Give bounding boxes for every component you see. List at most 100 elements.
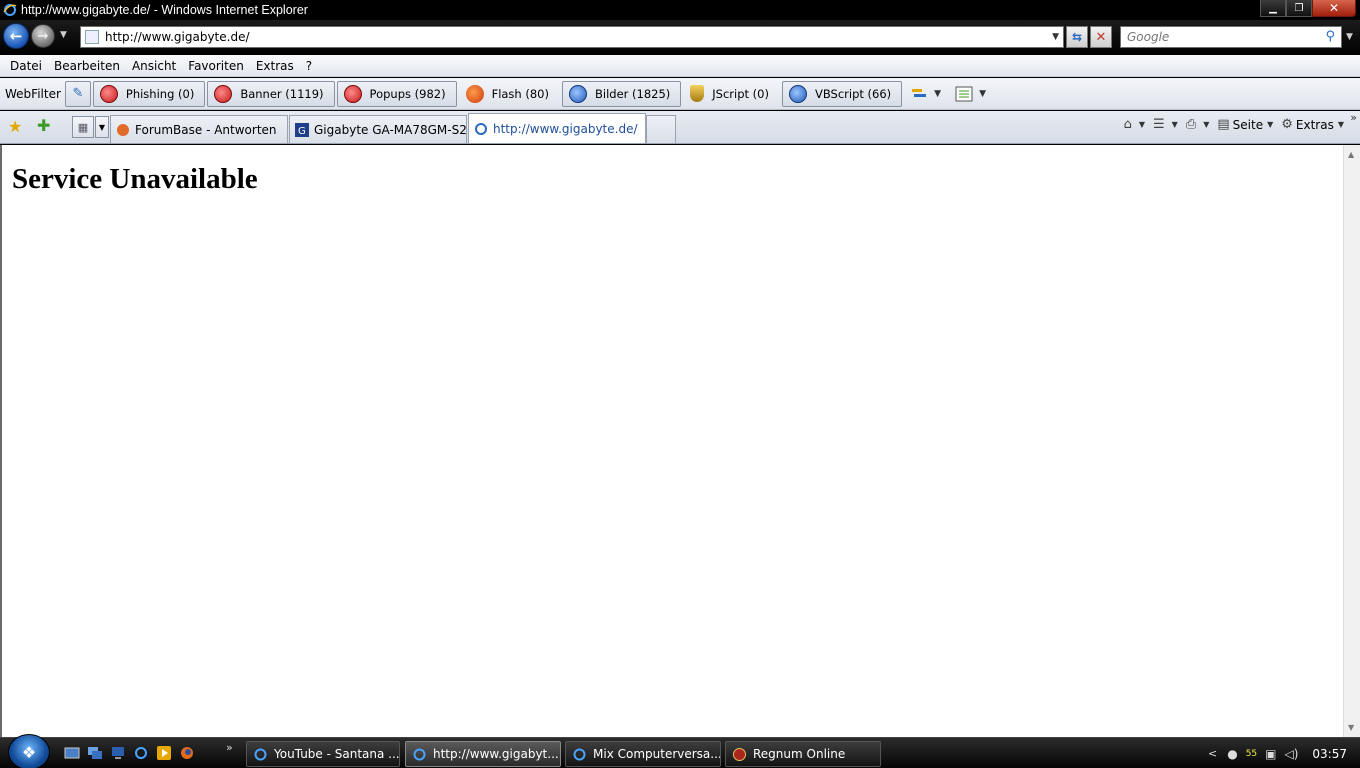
page-icon: ▤ [1217,117,1230,132]
stop-button[interactable]: ✕ [1090,26,1112,48]
rss-icon: ☰ [1153,117,1165,132]
refresh-button[interactable]: ⇆ [1066,26,1088,48]
menu-ansicht[interactable]: Ansicht [126,59,182,73]
command-bar: ⌂ ▼ ☰ ▼ ⎙ ▼ ▤ Seite ▼ ⚙ Extras ▼ [1116,117,1344,132]
start-button[interactable]: ❖ [8,734,50,768]
taskbar-item-regnum[interactable]: Regnum Online [725,741,881,767]
vertical-scrollbar[interactable]: ▲ ▼ [1343,145,1360,737]
menu-help[interactable]: ? [300,59,318,73]
taskbar-item-gigabyte[interactable]: http://www.gigabyt... [405,741,561,767]
webfilter-settings-button[interactable]: ✎ [64,80,91,107]
forward-button[interactable]: → [31,24,55,48]
checklist-icon[interactable] [955,86,973,102]
ie-page-icon [475,122,487,135]
printer-icon: ⎙ [1185,117,1197,132]
tools-dropdown-icon[interactable]: ▼ [934,89,941,99]
chevron-down-icon[interactable]: ▼ [1139,120,1145,129]
ie-task-icon [573,748,586,760]
feeds-button[interactable]: ☰ ▼ [1153,117,1178,132]
scroll-up-icon[interactable]: ▲ [1348,150,1354,159]
menu-bearbeiten[interactable]: Bearbeiten [48,59,126,73]
address-dropdown-icon[interactable]: ▼ [1052,32,1059,42]
tab-gigabyte-board[interactable]: G Gigabyte GA-MA78GM-S2... [289,115,467,143]
gear-icon: ⚙ [1281,117,1293,132]
wand-icon: ✎ [72,86,84,101]
filter-phishing-button[interactable]: Phishing (0) [92,80,206,107]
history-dropdown-button[interactable]: ▼ [60,30,67,40]
taskbar: ❖ » YouTube - Santana ... http://www.gig… [0,734,1360,768]
taskbar-item-mix[interactable]: Mix Computerversa... [565,741,721,767]
ie-quicklaunch-icon[interactable] [133,745,149,761]
address-bar[interactable]: http://www.gigabyte.de/ ▼ [80,26,1064,48]
filter-images-button[interactable]: Bilder (1825) [561,80,682,107]
filter-banner-button[interactable]: Banner (1119) [207,80,335,107]
computer-icon[interactable] [110,745,126,761]
title-bar: http://www.gigabyte.de/ - Windows Intern… [0,0,1360,20]
tab-list-dropdown[interactable]: ▼ [95,116,109,138]
tab-label: Gigabyte GA-MA78GM-S2... [314,122,467,137]
tools-icon[interactable] [910,86,928,102]
maximize-button[interactable]: ❐ [1286,0,1312,17]
checklist-dropdown-icon[interactable]: ▼ [979,89,986,99]
menu-extras[interactable]: Extras [250,59,300,73]
filter-popups-button[interactable]: Popups (982) [336,80,457,107]
chevron-down-icon: ▼ [1337,120,1344,129]
favorites-star-icon[interactable]: ★ [8,117,22,136]
page-heading: Service Unavailable [12,163,258,195]
address-input[interactable]: http://www.gigabyte.de/ [105,30,250,44]
add-favorite-icon[interactable]: ✚ [37,116,50,135]
minimize-button[interactable]: ▁ [1260,0,1286,17]
media-player-icon[interactable] [156,745,172,761]
chevron-down-icon[interactable]: ▼ [1203,120,1209,129]
clock[interactable]: 03:57 [1312,747,1347,761]
print-button[interactable]: ⎙ ▼ [1186,117,1210,132]
scroll-down-icon[interactable]: ▼ [1348,723,1354,732]
taskbar-item-youtube[interactable]: YouTube - Santana ... [246,741,400,767]
filter-popups-label: Popups (982) [369,86,446,101]
page-icon [85,30,99,44]
webfilter-label: WebFilter [5,86,61,101]
close-window-button[interactable]: ✕ [1312,0,1356,17]
flash-icon [465,84,484,103]
tools-menu-label: Extras [1295,117,1334,132]
shield-icon [690,85,705,102]
filter-images-label: Bilder (1825) [594,86,671,101]
search-input[interactable] [1127,30,1307,44]
tab-forumbase[interactable]: ForumBase - Antworten [110,115,288,143]
switch-windows-icon[interactable] [87,745,103,761]
quick-tabs-button[interactable]: ▦ [72,116,94,138]
filter-jscript-label: JScript (0) [712,86,769,101]
block-icon [214,84,233,103]
taskbar-item-label: YouTube - Santana ... [274,747,400,761]
firefox-icon[interactable] [179,745,195,761]
network-icon[interactable]: ▣ [1265,747,1276,761]
navigation-bar: ← → ▼ http://www.gigabyte.de/ ▼ ⇆ ✕ ⚲ ▼ [0,20,1360,55]
filter-flash-label: Flash (80) [491,86,549,101]
toolbar-overflow-icon[interactable]: » [1350,111,1357,124]
tab-gigabyte-de[interactable]: http://www.gigabyte.de/ ✕ [468,113,646,143]
block-icon [99,84,118,103]
chevron-down-icon[interactable]: ▼ [1172,120,1178,129]
search-box[interactable]: ⚲ [1120,26,1342,48]
menu-datei[interactable]: Datei [4,59,48,73]
search-provider-dropdown[interactable]: ▼ [1346,32,1353,42]
quicklaunch-overflow-icon[interactable]: » [226,741,233,754]
home-button[interactable]: ⌂ ▼ [1124,117,1145,132]
search-icon[interactable]: ⚲ [1325,29,1335,44]
volume-icon[interactable]: ◁) [1284,747,1298,761]
windows-logo-icon: ❖ [21,742,37,762]
menu-favoriten[interactable]: Favoriten [182,59,250,73]
svg-text:G: G [298,126,306,137]
tray-app-icon[interactable]: ● [1227,747,1237,761]
new-tab-button[interactable] [646,115,676,143]
filter-vbscript-button[interactable]: VBScript (66) [781,80,903,107]
tools-menu-button[interactable]: ⚙ Extras ▼ [1281,117,1344,132]
tab-label: http://www.gigabyte.de/ [493,121,638,136]
page-content: Service Unavailable [0,145,1343,737]
filter-flash-button[interactable]: Flash (80) [459,81,560,107]
back-button[interactable]: ← [3,23,29,49]
tray-expand-icon[interactable]: < [1208,747,1217,760]
page-menu-button[interactable]: ▤ Seite ▼ [1217,117,1273,132]
show-desktop-icon[interactable] [64,745,80,761]
filter-jscript-button[interactable]: JScript (0) [683,81,780,107]
